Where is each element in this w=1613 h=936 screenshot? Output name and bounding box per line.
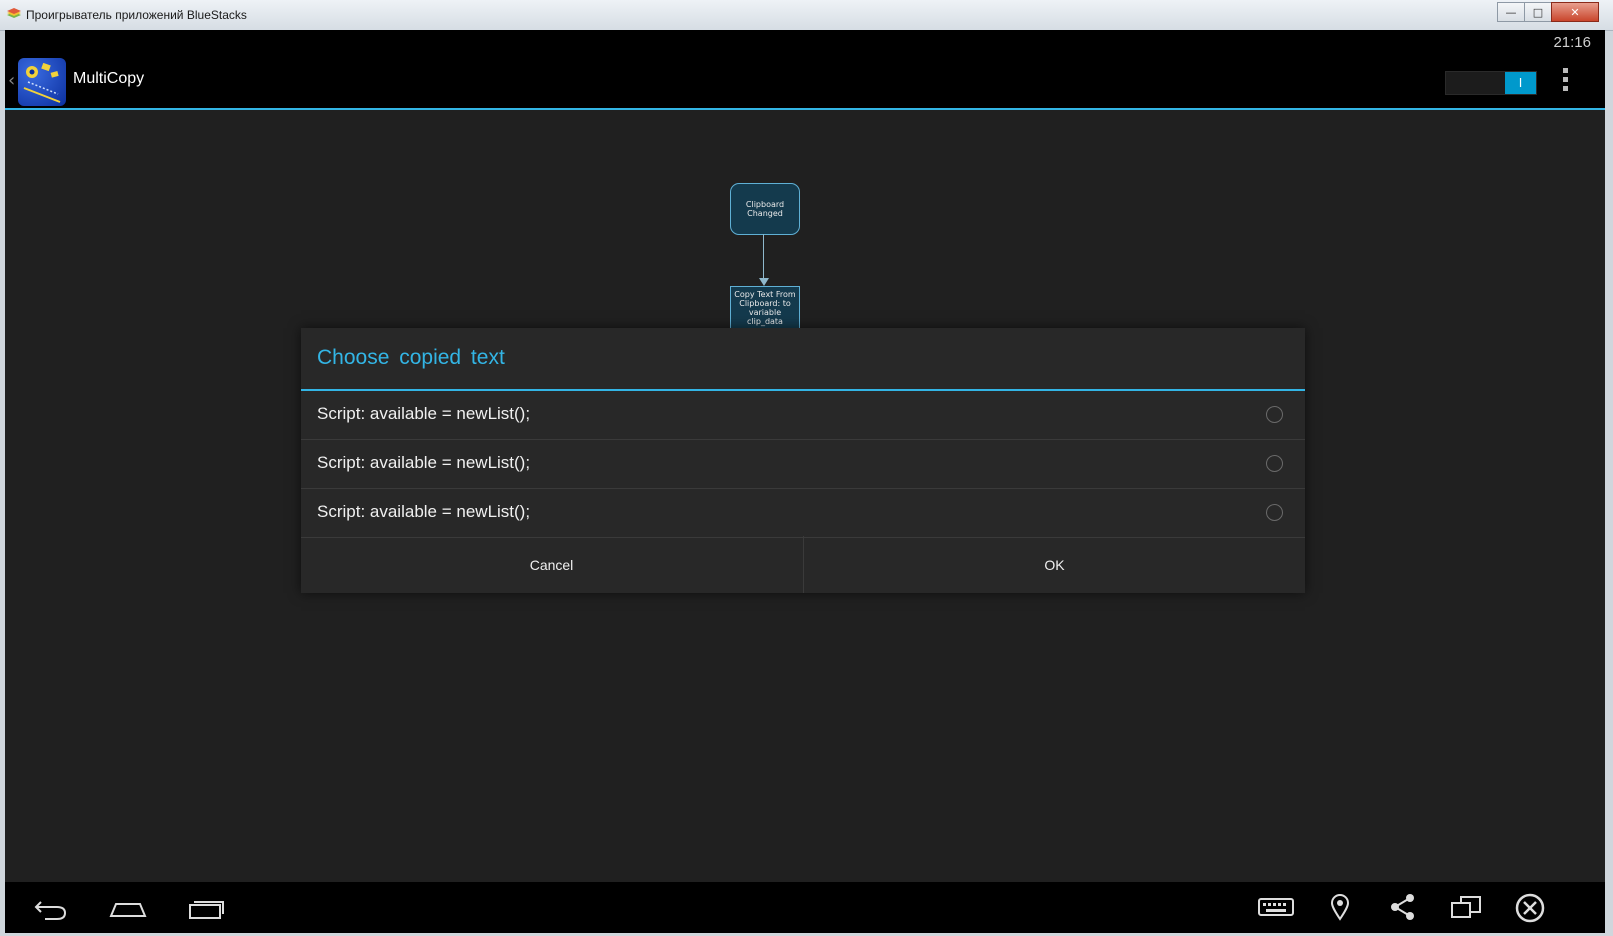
list-item-label: Script: available = newList(); <box>317 404 531 423</box>
back-icon[interactable] <box>33 892 69 922</box>
share-icon[interactable] <box>1388 892 1418 922</box>
window-title: Проигрыватель приложений BlueStacks <box>26 8 247 22</box>
choice-list: Script: available = newList(); Script: a… <box>301 391 1305 538</box>
status-bar: 21:16 <box>5 30 1605 56</box>
dialog-button-bar: Cancel OK <box>301 536 1305 593</box>
enable-toggle[interactable]: I <box>1445 71 1537 95</box>
flow-connector <box>763 234 764 278</box>
list-item[interactable]: Script: available = newList(); <box>301 440 1305 489</box>
recent-apps-icon[interactable] <box>187 892 227 922</box>
window-close-button[interactable]: ✕ <box>1551 2 1599 22</box>
maximize-button[interactable]: □ <box>1524 2 1552 22</box>
app-icon[interactable] <box>18 58 66 106</box>
flow-node-clipboard-changed[interactable]: Clipboard Changed <box>730 183 800 235</box>
multicopy-logo-icon <box>23 62 61 103</box>
radio-button[interactable] <box>1266 504 1283 521</box>
radio-button[interactable] <box>1266 455 1283 472</box>
radio-button[interactable] <box>1266 406 1283 423</box>
choose-text-dialog: Choose copied text Script: available = n… <box>301 328 1305 593</box>
android-screen: 21:16 ‹ MultiCopy I Clipboard Changed Co… <box>5 30 1605 933</box>
flow-arrowhead <box>759 278 769 286</box>
keyboard-icon[interactable] <box>1257 892 1295 922</box>
location-pin-icon[interactable] <box>1328 892 1352 922</box>
overflow-menu-icon[interactable] <box>1563 68 1569 96</box>
status-clock: 21:16 <box>1553 34 1591 51</box>
navigation-bar <box>5 882 1605 933</box>
minimize-button[interactable]: — <box>1497 2 1525 22</box>
flow-node-copy-text[interactable]: Copy Text From Clipboard: to variable cl… <box>730 286 800 330</box>
list-item-label: Script: available = newList(); <box>317 502 531 521</box>
cancel-button[interactable]: Cancel <box>301 536 802 593</box>
up-caret-icon[interactable]: ‹ <box>8 70 15 91</box>
list-item-label: Script: available = newList(); <box>317 453 531 472</box>
dialog-title: Choose copied text <box>317 346 505 369</box>
close-circle-icon[interactable] <box>1514 892 1546 924</box>
toggle-thumb: I <box>1505 72 1536 94</box>
bluestacks-logo-icon <box>7 8 21 18</box>
home-icon[interactable] <box>108 892 148 922</box>
window-titlebar: Проигрыватель приложений BlueStacks — □ … <box>0 0 1613 31</box>
screen-rotate-icon[interactable] <box>1449 892 1483 922</box>
list-item[interactable]: Script: available = newList(); <box>301 489 1305 538</box>
ok-button[interactable]: OK <box>804 536 1305 593</box>
list-item[interactable]: Script: available = newList(); <box>301 391 1305 440</box>
action-bar: ‹ MultiCopy I <box>5 56 1605 110</box>
app-title: MultiCopy <box>73 70 145 87</box>
